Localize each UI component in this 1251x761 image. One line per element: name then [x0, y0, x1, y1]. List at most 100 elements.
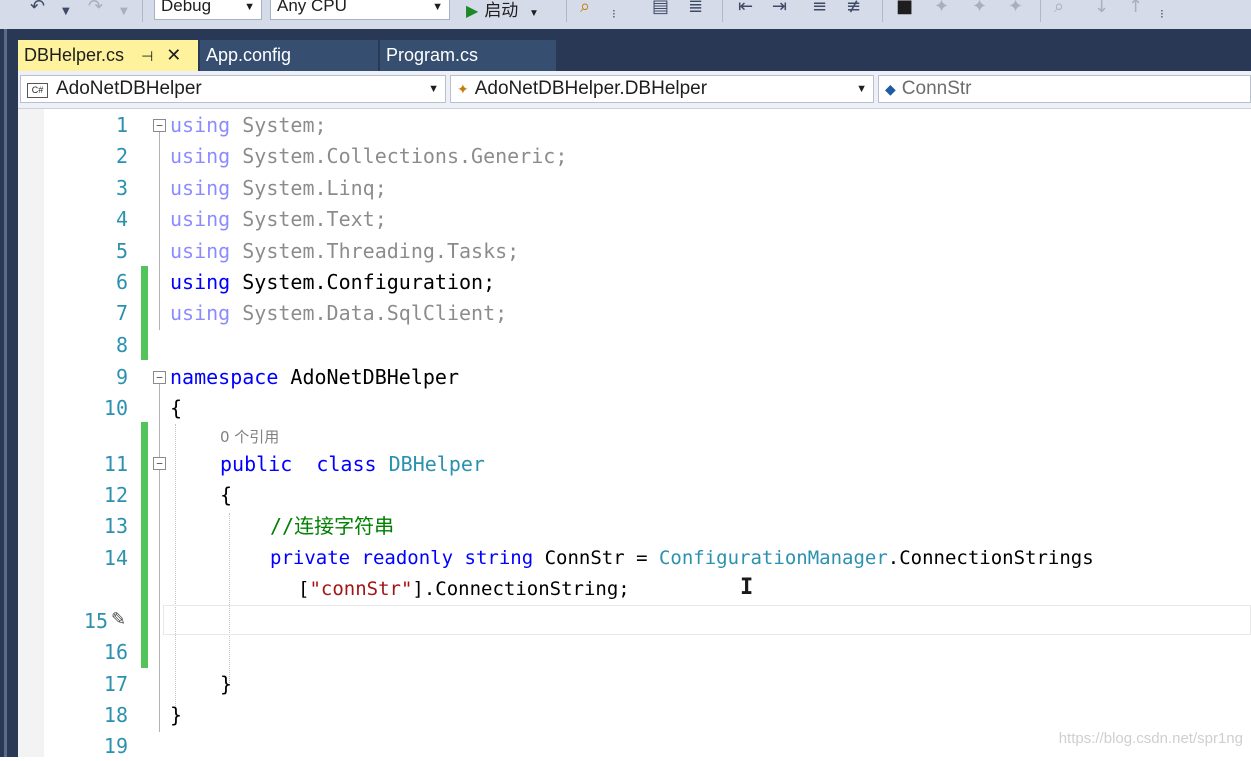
- quick-action-pencil-icon[interactable]: ✎: [111, 609, 126, 630]
- next-bookmark-icon[interactable]: ✦: [972, 0, 987, 17]
- start-button[interactable]: ▶ 启动 ▼: [466, 0, 539, 21]
- platform-select[interactable]: Any CPU ▼: [270, 0, 450, 20]
- code-line[interactable]: 2 using System.Collections.Generic;: [18, 141, 1251, 171]
- tab-dbhelper[interactable]: DBHelper.cs ⊣ ✕: [18, 40, 198, 71]
- line-number: 1: [115, 113, 128, 137]
- member-dropdown-value: ConnStr: [901, 78, 972, 99]
- line-number: 3: [115, 176, 128, 200]
- bookmark-icon[interactable]: ■: [896, 0, 913, 17]
- code-comment: //连接字符串: [270, 514, 395, 538]
- csharp-project-icon: C#: [27, 83, 48, 98]
- code-text: ["connStr"].ConnectionString;: [298, 578, 630, 600]
- platform-value: Any CPU: [277, 0, 347, 15]
- code-line[interactable]: 6 using System.Configuration;: [18, 267, 1251, 297]
- prev-bookmark-icon[interactable]: ✦: [934, 0, 949, 17]
- tab-label: App.config: [206, 45, 292, 65]
- code-line[interactable]: 14 private readonly string ConnStr = Con…: [18, 543, 1251, 573]
- code-line[interactable]: 1 using System;: [18, 110, 1251, 140]
- code-text: using System.Configuration;: [170, 270, 496, 294]
- clear-bookmarks-icon[interactable]: ✦: [1008, 0, 1023, 17]
- code-text: }: [170, 703, 183, 727]
- toolbar-separator: [882, 0, 883, 22]
- toolbar-separator: [566, 0, 567, 22]
- tab-program[interactable]: Program.cs: [380, 40, 556, 71]
- code-line[interactable]: 17 }: [18, 669, 1251, 699]
- text-cursor-icon: I: [740, 575, 754, 600]
- overflow-icon[interactable]: ⁝: [612, 4, 616, 24]
- decrease-indent-icon[interactable]: ⇤: [738, 0, 753, 17]
- uncomment-lines-icon[interactable]: ≢: [846, 0, 861, 17]
- toolbar-separator: [1040, 0, 1041, 22]
- line-number: 4: [115, 207, 128, 231]
- type-dropdown[interactable]: ✦ AdoNetDBHelper.DBHelper ▼: [450, 75, 874, 103]
- code-line[interactable]: 10 {: [18, 393, 1251, 423]
- line-number: 14: [103, 546, 128, 570]
- code-text: using System.Threading.Tasks;: [170, 239, 520, 263]
- toolbar-separator: [142, 0, 143, 22]
- code-line[interactable]: 18 }: [18, 700, 1251, 730]
- comment-lines-icon[interactable]: ≡: [812, 0, 827, 17]
- chevron-down-icon: ▼: [529, 8, 539, 19]
- arrow-down-icon[interactable]: ↓: [1094, 0, 1109, 17]
- quick-find-icon[interactable]: ⌕: [1054, 0, 1064, 17]
- start-button-label: 启动: [484, 1, 519, 20]
- code-line[interactable]: 3 using System.Linq;: [18, 173, 1251, 203]
- code-text: namespace AdoNetDBHelper: [170, 365, 459, 389]
- code-editor[interactable]: − − − 1 using System; 2 using System.Col…: [18, 109, 1251, 758]
- code-line[interactable]: 11 public class DBHelper: [18, 449, 1251, 479]
- codelens-references[interactable]: 0 个引用: [220, 427, 279, 447]
- code-text: }: [220, 672, 233, 696]
- code-text: public class DBHelper: [220, 452, 485, 476]
- code-line[interactable]: 16: [18, 637, 1251, 667]
- class-icon: ✦: [457, 81, 469, 97]
- overflow-icon[interactable]: ⁝: [1160, 4, 1164, 24]
- solution-config-select[interactable]: Debug ▼: [154, 0, 262, 20]
- undo-icon[interactable]: ↶: [30, 0, 45, 17]
- code-line[interactable]: 15: [18, 606, 1251, 636]
- chevron-down-icon: ▼: [244, 1, 255, 13]
- code-text: using System;: [170, 113, 327, 137]
- line-number: 5: [115, 239, 128, 263]
- line-number: 9: [115, 365, 128, 389]
- line-number: 13: [103, 514, 128, 538]
- code-line[interactable]: 8: [18, 330, 1251, 360]
- project-dropdown[interactable]: C# AdoNetDBHelper ▼: [20, 75, 446, 103]
- line-number: 8: [115, 333, 128, 357]
- undo-dropdown-icon[interactable]: ▼: [62, 2, 70, 22]
- arrow-up-icon[interactable]: ↑: [1128, 0, 1143, 17]
- code-text: {: [170, 396, 183, 420]
- tab-label: Program.cs: [386, 45, 479, 65]
- code-text: {: [220, 483, 233, 507]
- increase-indent-icon[interactable]: ⇥: [772, 0, 787, 17]
- redo-icon[interactable]: ↷: [88, 0, 103, 17]
- field-icon: ◆: [885, 81, 896, 97]
- code-line[interactable]: 12 {: [18, 480, 1251, 510]
- properties-icon[interactable]: ≣: [688, 0, 703, 17]
- play-icon: ▶: [466, 3, 479, 20]
- line-number: 11: [103, 452, 128, 476]
- type-dropdown-value: AdoNetDBHelper.DBHelper: [474, 78, 708, 99]
- solution-explorer-icon[interactable]: ▤: [652, 0, 669, 17]
- find-icon[interactable]: ⌕: [580, 0, 590, 17]
- line-number: 15: [83, 609, 108, 633]
- code-line[interactable]: 7 using System.Data.SqlClient;: [18, 298, 1251, 328]
- line-number: 17: [103, 672, 128, 696]
- close-icon[interactable]: ✕: [166, 45, 181, 65]
- code-line-wrap[interactable]: ["connStr"].ConnectionString;: [18, 574, 1251, 604]
- left-tool-strip-bar: [4, 29, 7, 757]
- code-line[interactable]: 5 using System.Threading.Tasks;: [18, 236, 1251, 266]
- code-line[interactable]: 13 //连接字符串: [18, 511, 1251, 541]
- code-line[interactable]: 9 namespace AdoNetDBHelper: [18, 362, 1251, 392]
- pin-icon[interactable]: ⊣: [141, 48, 153, 64]
- code-line[interactable]: 4 using System.Text;: [18, 204, 1251, 234]
- line-number: 16: [103, 640, 128, 664]
- member-dropdown[interactable]: ◆ ConnStr: [878, 75, 1251, 103]
- solution-config-value: Debug: [161, 0, 212, 15]
- redo-dropdown-icon[interactable]: ▼: [120, 2, 128, 22]
- tab-app-config[interactable]: App.config: [200, 40, 378, 71]
- chevron-down-icon: ▼: [856, 83, 867, 95]
- code-text: using System.Data.SqlClient;: [170, 301, 508, 325]
- navigation-bar: C# AdoNetDBHelper ▼ ✦ AdoNetDBHelper.DBHel…: [18, 71, 1251, 109]
- code-text: using System.Text;: [170, 207, 387, 231]
- line-number: 6: [115, 270, 128, 294]
